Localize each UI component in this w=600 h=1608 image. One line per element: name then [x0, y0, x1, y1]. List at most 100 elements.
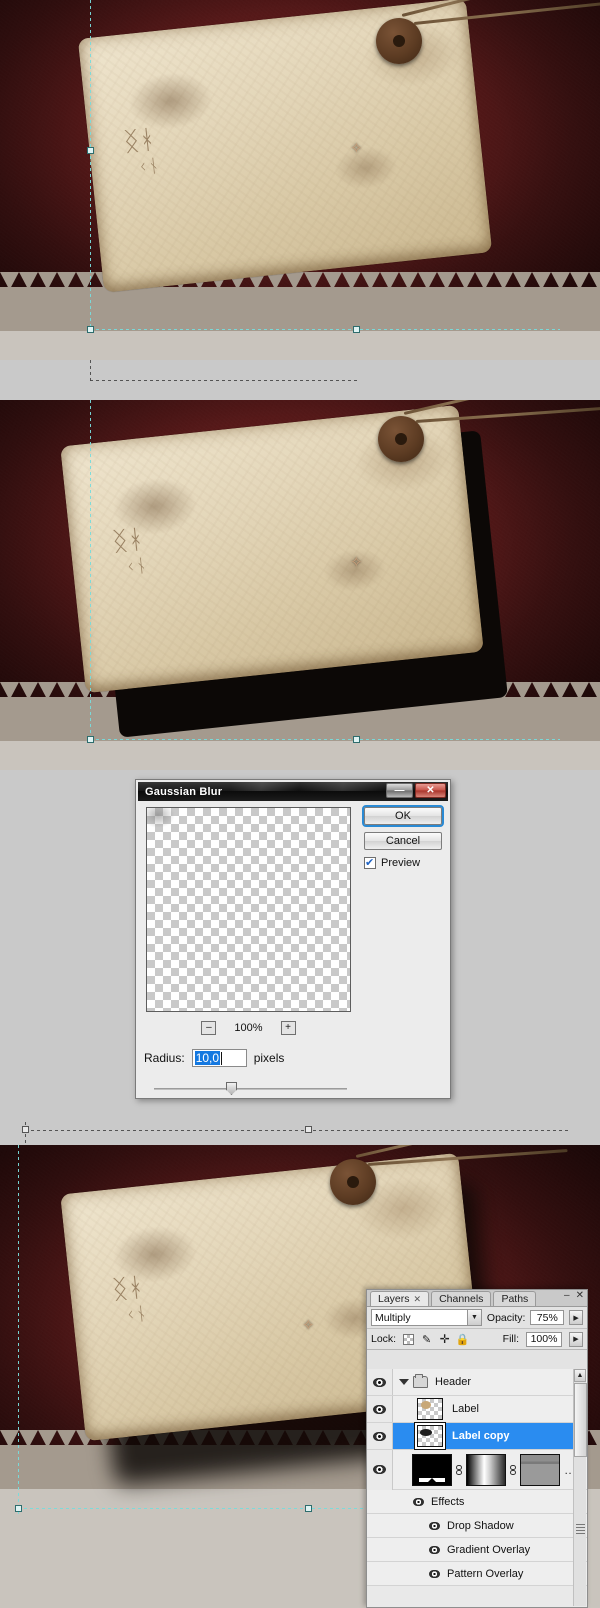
- effect-name: Drop Shadow: [447, 1519, 514, 1532]
- panel-close-icon[interactable]: ✕: [576, 1290, 584, 1301]
- folder-icon: [413, 1374, 428, 1388]
- guide-horizontal-dark-2: [25, 1130, 570, 1131]
- paper-tag-1: ᛝᚼ ᚲᚾ: [77, 0, 493, 293]
- layer-row-label[interactable]: Label: [367, 1396, 587, 1423]
- tab-channels[interactable]: Channels: [431, 1291, 492, 1306]
- effects-row[interactable]: Effects: [367, 1490, 587, 1514]
- selection-handle[interactable]: [353, 736, 360, 743]
- selection-handle[interactable]: [22, 1126, 29, 1133]
- ok-button[interactable]: OK: [362, 805, 444, 827]
- guide-vertical-2: [90, 400, 91, 740]
- paper-scribble-5: ᛝᚼ: [110, 1272, 145, 1305]
- guide-horizontal-dark-1: [90, 380, 360, 381]
- opacity-value[interactable]: 75%: [530, 1310, 565, 1325]
- pattern-thumbnail[interactable]: [520, 1453, 560, 1486]
- group-expand-arrow-icon[interactable]: [399, 1379, 409, 1385]
- guide-vertical-1: [90, 0, 91, 330]
- layers-scrollbar[interactable]: ▲: [573, 1369, 587, 1606]
- dialog-title-bar[interactable]: Gaussian Blur — ✕: [138, 782, 448, 801]
- lock-transparency-icon[interactable]: [403, 1333, 415, 1345]
- text-caret: [221, 1051, 223, 1065]
- guide-vertical-3: [18, 1145, 19, 1515]
- layer-list[interactable]: Header Label Label copy … Effects Drop S…: [367, 1369, 587, 1607]
- eye-icon[interactable]: [429, 1521, 440, 1530]
- layer-visibility-toggle[interactable]: [367, 1423, 393, 1449]
- link-icon[interactable]: [455, 1463, 463, 1477]
- photo-band-light-2: [0, 741, 600, 770]
- gradient-thumbnail[interactable]: [466, 1453, 506, 1486]
- lock-all-icon[interactable]: 🔒: [456, 1334, 470, 1346]
- fill-value[interactable]: 100%: [526, 1331, 562, 1347]
- radius-input[interactable]: 10,0: [191, 1049, 247, 1067]
- opacity-label: Opacity:: [486, 1311, 526, 1324]
- panel-window-controls: – ✕: [564, 1290, 584, 1301]
- selection-handle[interactable]: [305, 1505, 312, 1512]
- eye-icon: [373, 1377, 386, 1387]
- preview-checkbox-row[interactable]: Preview: [364, 856, 442, 869]
- layer-visibility-toggle[interactable]: [367, 1369, 393, 1395]
- opacity-stepper-icon[interactable]: ▶: [569, 1310, 583, 1325]
- selection-handle[interactable]: [353, 326, 360, 333]
- lock-icon-group: ✎ ✛ 🔒: [403, 1332, 470, 1346]
- panel-minimize-button[interactable]: –: [564, 1290, 570, 1301]
- canvas-marker-1: ✧: [350, 140, 363, 157]
- layers-panel: Layers ✕ Channels Paths – ✕ Multiply ▼ O…: [366, 1289, 588, 1608]
- lock-image-pixels-icon[interactable]: ✎: [421, 1334, 432, 1346]
- scroll-up-arrow-icon[interactable]: ▲: [574, 1369, 586, 1382]
- eye-icon[interactable]: [413, 1497, 424, 1506]
- gaussian-blur-dialog: Gaussian Blur — ✕ – 100% + Radius: 10,0 …: [135, 779, 451, 1099]
- zoom-in-button[interactable]: +: [280, 1021, 296, 1035]
- preview-checkbox[interactable]: [364, 856, 376, 869]
- slider-track: [154, 1088, 347, 1090]
- slider-knob[interactable]: [226, 1082, 237, 1095]
- selection-handle[interactable]: [87, 147, 94, 154]
- blur-preview-canvas[interactable]: [146, 807, 351, 1012]
- selection-handle[interactable]: [15, 1505, 22, 1512]
- lock-position-icon[interactable]: ✛: [439, 1332, 450, 1346]
- radius-label: Radius:: [144, 1051, 185, 1065]
- blend-mode-select[interactable]: Multiply ▼: [371, 1309, 482, 1326]
- layer-name: Header: [435, 1376, 472, 1388]
- layer-row-label-copy[interactable]: Label copy: [367, 1423, 587, 1450]
- dialog-body: – 100% + Radius: 10,0 pixels OK Cancel P…: [136, 801, 450, 1098]
- minimize-button[interactable]: —: [386, 783, 413, 798]
- layer-row-header-group[interactable]: Header: [367, 1369, 587, 1396]
- guide-horizontal-1: [90, 329, 560, 330]
- radius-slider[interactable]: [154, 1082, 347, 1096]
- layer-row-style-thumbnails[interactable]: …: [367, 1449, 587, 1490]
- tab-paths[interactable]: Paths: [493, 1291, 537, 1306]
- scrollbar-thumb[interactable]: [574, 1383, 587, 1457]
- close-icon[interactable]: ✕: [415, 783, 446, 798]
- eye-icon[interactable]: [429, 1569, 440, 1578]
- layer-thumbnail[interactable]: [417, 1425, 443, 1447]
- effects-label: Effects: [431, 1495, 465, 1508]
- layer-visibility-toggle[interactable]: [367, 1396, 393, 1422]
- eye-icon: [373, 1465, 386, 1474]
- paper-scribble-6: ᚲᚾ: [124, 1303, 148, 1326]
- fill-stepper-icon[interactable]: ▶: [569, 1331, 583, 1347]
- selection-handle[interactable]: [87, 736, 94, 743]
- eye-icon: [373, 1431, 386, 1441]
- layer-fill-thumbnail[interactable]: [412, 1453, 452, 1486]
- guide-horizontal-2: [90, 739, 560, 740]
- effect-row-gradient-overlay[interactable]: Gradient Overlay: [367, 1538, 587, 1562]
- layer-visibility-toggle[interactable]: [367, 1449, 393, 1490]
- zoom-out-button[interactable]: –: [201, 1021, 217, 1035]
- effect-row-drop-shadow[interactable]: Drop Shadow: [367, 1514, 587, 1538]
- link-icon[interactable]: [509, 1463, 517, 1477]
- close-icon[interactable]: ✕: [414, 1294, 422, 1305]
- selection-handle[interactable]: [87, 326, 94, 333]
- radius-value: 10,0: [194, 1051, 221, 1065]
- blend-mode-value: Multiply: [375, 1311, 411, 1324]
- chevron-down-icon[interactable]: ▼: [466, 1310, 481, 1325]
- effect-row-pattern-overlay[interactable]: Pattern Overlay: [367, 1562, 587, 1586]
- tab-layers[interactable]: Layers ✕: [370, 1291, 430, 1306]
- canvas-marker-2: ✧: [350, 554, 363, 571]
- effect-name: Pattern Overlay: [447, 1567, 524, 1580]
- selection-handle[interactable]: [305, 1126, 312, 1133]
- preview-label: Preview: [381, 857, 421, 869]
- eye-icon[interactable]: [429, 1545, 440, 1554]
- lock-label: Lock:: [371, 1333, 397, 1345]
- cancel-button[interactable]: Cancel: [364, 832, 442, 850]
- layer-thumbnail[interactable]: [417, 1398, 443, 1420]
